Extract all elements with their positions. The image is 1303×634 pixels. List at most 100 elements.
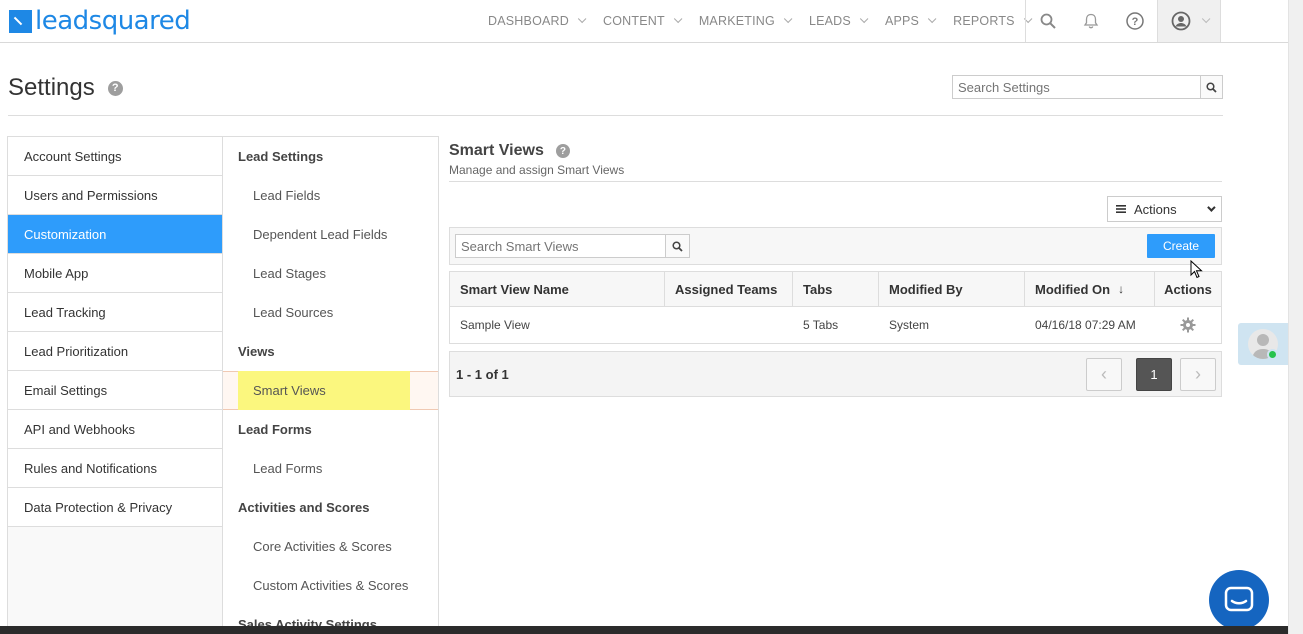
smart-views-toolbar: Create: [449, 227, 1222, 265]
main-title-text: Smart Views: [449, 142, 544, 159]
chevron-down-icon: [673, 14, 683, 24]
nav-label: MARKETING: [698, 14, 775, 28]
nav-apps[interactable]: APPS: [875, 0, 943, 42]
menu-label: Mobile App: [24, 265, 89, 281]
col-modified-on[interactable]: Modified On ↓: [1025, 271, 1155, 307]
sub-item-core-activities[interactable]: Core Activities & Scores: [223, 527, 438, 566]
menu-lead-prioritization[interactable]: Lead Prioritization: [8, 332, 222, 371]
chevron-down-icon: [1207, 203, 1216, 212]
svg-text:?: ?: [1132, 16, 1139, 28]
menu-label: Account Settings: [24, 148, 122, 164]
sub-item-lead-stages[interactable]: Lead Stages: [223, 254, 438, 293]
menu-mobile-app[interactable]: Mobile App: [8, 254, 222, 293]
nav-leads[interactable]: LEADS: [799, 0, 875, 42]
menu-lead-tracking[interactable]: Lead Tracking: [8, 293, 222, 332]
cell-name[interactable]: Sample View: [450, 318, 665, 332]
top-nav-bar: leadsquared DASHBOARD CONTENT MARKETING …: [0, 0, 1288, 43]
menu-icon: [1116, 205, 1126, 213]
footer-bar: [0, 626, 1288, 634]
divider: [8, 115, 1223, 116]
nav-label: REPORTS: [953, 14, 1015, 28]
create-button[interactable]: Create: [1147, 234, 1215, 258]
chevron-right-icon: ›: [1195, 364, 1201, 384]
sub-item-dependent-lead-fields[interactable]: Dependent Lead Fields: [223, 215, 438, 254]
nav-label: CONTENT: [602, 14, 665, 28]
next-page-button[interactable]: ›: [1180, 358, 1216, 391]
menu-account-settings[interactable]: Account Settings: [8, 137, 222, 176]
page-scrollbar[interactable]: [1288, 0, 1303, 634]
sub-item-lead-forms[interactable]: Lead Forms: [223, 449, 438, 488]
smart-views-search: [455, 234, 690, 258]
nav-dashboard[interactable]: DASHBOARD: [478, 0, 593, 42]
section-heading: Lead Forms: [238, 422, 312, 437]
chevron-down-icon: [577, 14, 587, 24]
sub-item-lead-fields[interactable]: Lead Fields: [223, 176, 438, 215]
menu-customization[interactable]: Customization: [8, 215, 222, 254]
help-icon[interactable]: ?: [107, 80, 123, 96]
settings-search-input[interactable]: [953, 76, 1200, 98]
actions-dropdown[interactable]: Actions: [1107, 196, 1222, 222]
menu-label: API and Webhooks: [24, 421, 136, 437]
sub-item-label: Lead Stages: [253, 266, 327, 281]
sub-item-label: Smart Views: [253, 383, 326, 398]
bell-icon[interactable]: [1069, 0, 1113, 42]
online-status-icon: [1267, 349, 1278, 360]
settings-left-menu: Account Settings Users and Permissions C…: [7, 136, 223, 626]
smart-views-search-input[interactable]: [456, 235, 665, 257]
chat-icon: [1224, 586, 1254, 612]
chevron-down-icon: [783, 14, 793, 24]
menu-email-settings[interactable]: Email Settings: [8, 371, 222, 410]
cell-modified-on: 04/16/18 07:29 AM: [1035, 318, 1136, 332]
divider: [449, 181, 1222, 182]
customization-sub-menu: Lead Settings Lead Fields Dependent Lead…: [222, 136, 439, 626]
nav-marketing[interactable]: MARKETING: [689, 0, 799, 42]
help-icon[interactable]: ?: [1113, 0, 1157, 42]
col-tabs[interactable]: Tabs: [793, 271, 879, 307]
search-icon[interactable]: [1200, 76, 1222, 98]
online-user-avatar[interactable]: [1238, 323, 1288, 365]
col-assigned-teams[interactable]: Assigned Teams: [665, 271, 793, 307]
sub-item-lead-sources[interactable]: Lead Sources: [223, 293, 438, 332]
table-header: Smart View Name Assigned Teams Tabs Modi…: [450, 271, 1221, 307]
menu-data-protection[interactable]: Data Protection & Privacy: [8, 488, 222, 527]
menu-label: Email Settings: [24, 382, 108, 398]
search-icon[interactable]: [665, 235, 689, 257]
sub-item-label: Lead Fields: [253, 188, 321, 203]
pagination-bar: 1 - 1 of 1 ‹ 1 ›: [449, 351, 1222, 397]
nav-content[interactable]: CONTENT: [593, 0, 689, 42]
col-modified-by[interactable]: Modified By: [879, 271, 1025, 307]
chevron-down-icon: [859, 14, 869, 24]
actions-label: Actions: [1134, 201, 1177, 217]
user-icon: [1171, 11, 1191, 31]
gear-icon[interactable]: [1155, 317, 1221, 333]
page-button[interactable]: 1: [1136, 358, 1172, 391]
nav-label: LEADS: [808, 14, 851, 28]
search-icon[interactable]: [1025, 0, 1069, 42]
table-row[interactable]: Sample View 5 Tabs System 04/16/18 07:29…: [450, 307, 1221, 343]
col-smart-view-name[interactable]: Smart View Name: [450, 271, 665, 307]
menu-users-and-permissions[interactable]: Users and Permissions: [8, 176, 222, 215]
logo-mark-icon: [9, 9, 32, 33]
sub-item-smart-views[interactable]: Smart Views: [223, 371, 438, 410]
menu-rules-and-notifications[interactable]: Rules and Notifications: [8, 449, 222, 488]
chat-launcher-button[interactable]: [1209, 570, 1269, 630]
cell-modified-by: System: [889, 318, 930, 332]
sub-item-custom-activities[interactable]: Custom Activities & Scores: [223, 566, 438, 605]
menu-label: Lead Prioritization: [24, 343, 129, 359]
main-nav: DASHBOARD CONTENT MARKETING LEADS APPS R…: [478, 0, 1039, 42]
prev-page-button[interactable]: ‹: [1086, 358, 1122, 391]
mouse-cursor-icon: [1190, 260, 1203, 279]
nav-label: DASHBOARD: [488, 14, 569, 28]
help-icon[interactable]: ?: [555, 144, 570, 158]
menu-label: Customization: [24, 226, 107, 242]
sub-item-label: Custom Activities & Scores: [253, 578, 409, 593]
menu-label: Data Protection & Privacy: [24, 499, 173, 515]
sub-item-label: Lead Sources: [253, 305, 334, 320]
menu-label: Users and Permissions: [24, 187, 158, 203]
menu-api-and-webhooks[interactable]: API and Webhooks: [8, 410, 222, 449]
col-label: Modified On: [1035, 281, 1111, 297]
leadsquared-logo[interactable]: leadsquared: [9, 6, 191, 36]
chevron-down-icon: [1201, 14, 1211, 24]
user-menu[interactable]: [1157, 0, 1221, 42]
section-heading: Lead Settings: [238, 149, 324, 164]
